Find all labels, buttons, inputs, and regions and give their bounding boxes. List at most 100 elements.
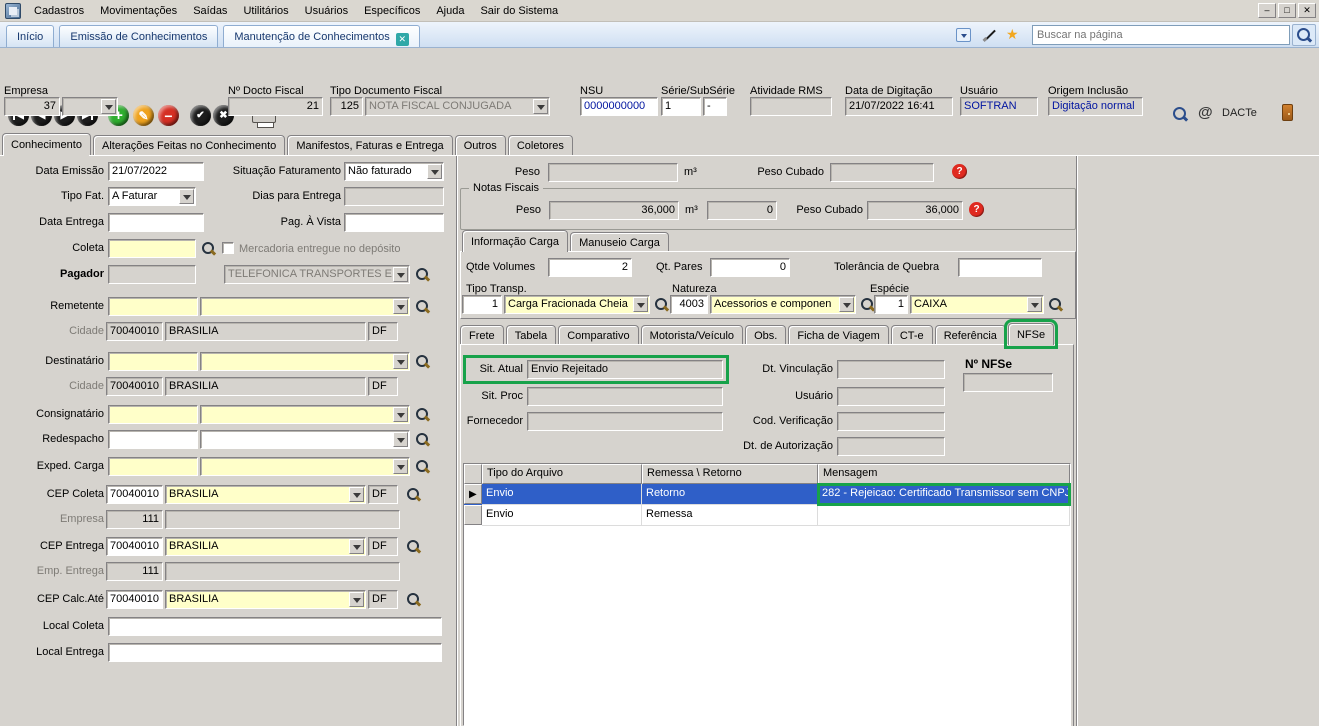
pagador-combo[interactable]: TELEFONICA TRANSPORTES E I [224, 265, 410, 284]
cep-coleta-lookup-icon[interactable] [406, 487, 421, 502]
natureza-lookup-icon[interactable] [860, 297, 875, 312]
tab-close-icon[interactable]: ✕ [396, 33, 409, 46]
menu-usuarios[interactable]: Usuários [297, 0, 356, 22]
coleta-field[interactable] [108, 239, 196, 258]
redespacho-combo[interactable] [200, 430, 410, 449]
tab-nfse[interactable]: NFSe [1008, 323, 1054, 345]
cep-entrega-lookup-icon[interactable] [406, 539, 421, 554]
cep-coleta-city-combo[interactable]: BRASILIA [165, 485, 366, 504]
tab-alteracoes[interactable]: Alterações Feitas no Conhecimento [93, 135, 285, 155]
tab-coletores[interactable]: Coletores [508, 135, 573, 155]
grid-col-remessa[interactable]: Remessa \ Retorno [642, 464, 818, 484]
qtde-volumes-field[interactable]: 2 [548, 258, 632, 277]
situacao-fat-combo[interactable]: Não faturado [344, 162, 444, 181]
restore-button[interactable]: □ [1278, 3, 1296, 18]
close-button[interactable]: ✕ [1298, 3, 1316, 18]
data-emissao-field[interactable]: 21/07/2022 [108, 162, 204, 181]
tolerancia-field[interactable] [958, 258, 1042, 277]
page-search-button[interactable] [1292, 24, 1316, 46]
menu-especificos[interactable]: Específicos [356, 0, 428, 22]
cell-mensagem[interactable] [818, 505, 1070, 526]
grid-col-tipo[interactable]: Tipo do Arquivo [482, 464, 642, 484]
tab-outros[interactable]: Outros [455, 135, 506, 155]
tab-conhecimento[interactable]: Conhecimento [2, 133, 91, 155]
cep-calc-lookup-icon[interactable] [406, 592, 421, 607]
menu-cadastros[interactable]: Cadastros [26, 0, 92, 22]
pagador-lookup-icon[interactable] [415, 267, 430, 282]
tab-comparativo[interactable]: Comparativo [558, 325, 638, 345]
tipo-transp-code-field[interactable]: 1 [462, 295, 502, 314]
menu-utilitarios[interactable]: Utilitários [235, 0, 296, 22]
cell-remessa[interactable]: Remessa [642, 505, 818, 526]
tab-manuseio-carga[interactable]: Manuseio Carga [570, 232, 669, 252]
tipo-transp-combo[interactable]: Carga Fracionada Cheia [504, 295, 650, 314]
menu-movimentacoes[interactable]: Movimentações [92, 0, 185, 22]
page-search-input[interactable] [1032, 25, 1290, 45]
tab-inicio[interactable]: Início [6, 25, 54, 47]
menu-saidas[interactable]: Saídas [185, 0, 235, 22]
cell-tipo[interactable]: Envio [482, 505, 642, 526]
natureza-combo[interactable]: Acessorios e componen [710, 295, 856, 314]
local-coleta-field[interactable] [108, 617, 442, 636]
favorites-star-icon[interactable]: ★ [1006, 26, 1019, 43]
exped-carga-combo[interactable] [200, 457, 410, 476]
tab-tabela[interactable]: Tabela [506, 325, 556, 345]
expand-icon[interactable] [956, 28, 971, 42]
grid-row[interactable]: Envio Remessa [464, 505, 1070, 526]
search-icon [1296, 27, 1312, 43]
cell-tipo[interactable]: Envio [482, 484, 642, 505]
redespacho-lookup-icon[interactable] [415, 432, 430, 447]
pag-vista-field[interactable] [344, 213, 444, 232]
cep-entrega-city-combo[interactable]: BRASILIA [165, 537, 366, 556]
redespacho-field[interactable] [108, 430, 198, 449]
especie-lookup-icon[interactable] [1048, 297, 1063, 312]
tab-manutencao-conhecimentos[interactable]: Manutenção de Conhecimentos✕ [223, 25, 419, 47]
especie-code-field[interactable]: 1 [874, 295, 908, 314]
tab-obs[interactable]: Obs. [745, 325, 786, 345]
remetente-lookup-icon[interactable] [415, 299, 430, 314]
grid-col-mensagem[interactable]: Mensagem [818, 464, 1070, 484]
tab-motorista-veiculo[interactable]: Motorista/Veículo [641, 325, 743, 345]
tab-emissao-conhecimentos[interactable]: Emissão de Conhecimentos [59, 25, 218, 47]
local-entrega-field[interactable] [108, 643, 442, 662]
tab-manifestos[interactable]: Manifestos, Faturas e Entrega [287, 135, 452, 155]
destinatario-field[interactable] [108, 352, 198, 371]
coleta-lookup-icon[interactable] [201, 241, 216, 256]
tab-informacao-carga[interactable]: Informação Carga [462, 230, 568, 252]
cep-calc-cep-field[interactable]: 70040010 [106, 590, 163, 609]
peso-help-icon[interactable]: ? [952, 164, 967, 179]
tipo-fat-combo[interactable]: A Faturar [108, 187, 196, 206]
empresa-combo[interactable] [62, 97, 118, 116]
minimize-button[interactable]: – [1258, 3, 1276, 18]
nf-help-icon[interactable]: ? [969, 202, 984, 217]
data-entrega-field[interactable] [108, 213, 204, 232]
tab-ficha-viagem[interactable]: Ficha de Viagem [788, 325, 888, 345]
cell-remessa[interactable]: Retorno [642, 484, 818, 505]
consignatario-combo[interactable] [200, 405, 410, 424]
menu-sair[interactable]: Sair do Sistema [472, 0, 566, 22]
grid-row-selected[interactable]: ▶ Envio Retorno 282 - Rejeicao: Certific… [464, 484, 1070, 505]
remetente-combo[interactable] [200, 297, 410, 316]
tab-frete[interactable]: Frete [460, 325, 504, 345]
tipo-transp-lookup-icon[interactable] [654, 297, 669, 312]
especie-combo[interactable]: CAIXA [910, 295, 1044, 314]
cidade1-label: Cidade [0, 324, 104, 339]
consignatario-field[interactable] [108, 405, 198, 424]
tab-cte[interactable]: CT-e [891, 325, 933, 345]
remetente-field[interactable] [108, 297, 198, 316]
qt-pares-field[interactable]: 0 [710, 258, 790, 277]
exped-carga-field[interactable] [108, 457, 198, 476]
consignatario-lookup-icon[interactable] [415, 407, 430, 422]
exped-carga-lookup-icon[interactable] [415, 459, 430, 474]
tab-referencia[interactable]: Referência [935, 325, 1006, 345]
cep-coleta-cep-field[interactable]: 70040010 [106, 485, 163, 504]
destinatario-combo[interactable] [200, 352, 410, 371]
situacao-fat-label: Situação Faturamento [206, 164, 341, 179]
cell-mensagem[interactable]: 282 - Rejeicao: Certificado Transmissor … [818, 484, 1070, 505]
cep-entrega-cep-field[interactable]: 70040010 [106, 537, 163, 556]
wand-icon[interactable] [982, 28, 996, 42]
cep-calc-city-combo[interactable]: BRASILIA [165, 590, 366, 609]
destinatario-lookup-icon[interactable] [415, 354, 430, 369]
menu-ajuda[interactable]: Ajuda [428, 0, 472, 22]
natureza-code-field[interactable]: 4003 [670, 295, 708, 314]
